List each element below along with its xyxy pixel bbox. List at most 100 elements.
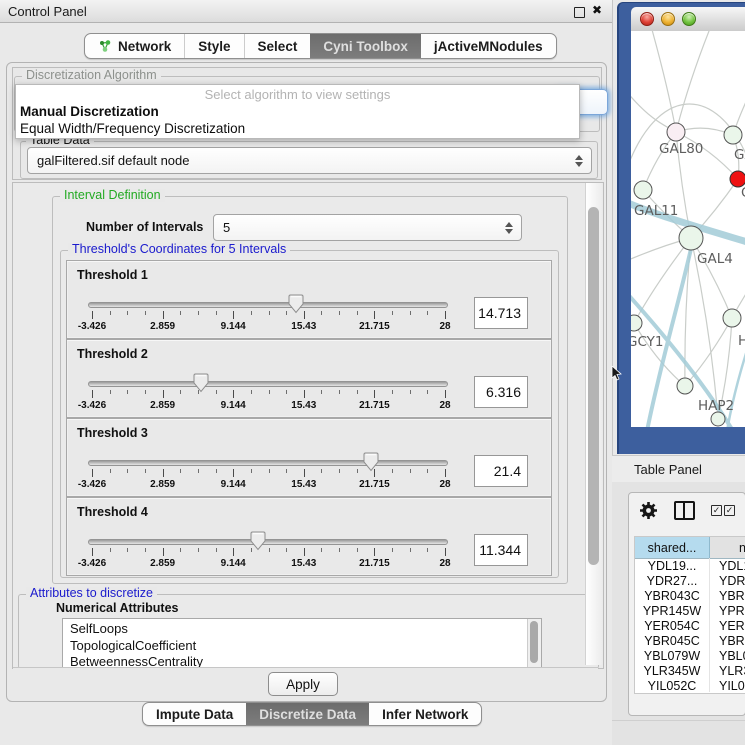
slider-tick-label: 28	[439, 558, 450, 569]
minimize-traffic-light-icon[interactable]	[661, 12, 675, 26]
table-row[interactable]: YER054CYER0	[635, 618, 745, 633]
table-row[interactable]: YPR145WYPR1	[635, 603, 745, 618]
numerical-attributes-list[interactable]: SelfLoopsTopologicalCoefficientBetweenne…	[62, 618, 542, 669]
slider-major-tick	[304, 390, 305, 398]
node[interactable]	[723, 309, 741, 327]
slider-minor-tick	[269, 311, 270, 315]
tab-label: Select	[258, 39, 298, 54]
threshold-slider-track[interactable]	[88, 460, 448, 466]
tab-infer-network[interactable]: Infer Network	[369, 703, 481, 725]
select-columns-icon[interactable]: ✓ ✓	[711, 505, 735, 516]
table-rows: YDL19...YDL1YDR27...YDR2YBR043CYBR0YPR14…	[635, 558, 745, 692]
column-header-shared-name[interactable]: shared...	[635, 537, 710, 558]
float-window-icon[interactable]	[574, 7, 585, 18]
gear-icon[interactable]	[639, 501, 658, 520]
tab-cyni-toolbox[interactable]: Cyni Toolbox	[310, 34, 421, 58]
node-gal4[interactable]	[679, 226, 703, 250]
slider-major-tick	[445, 469, 446, 477]
slider-major-tick	[445, 311, 446, 319]
algorithm-option-1[interactable]: Manual Discretization	[20, 104, 159, 119]
table-row[interactable]: YDR27...YDR2	[635, 573, 745, 588]
tab-impute-data[interactable]: Impute Data	[143, 703, 246, 725]
threshold-slider-thumb[interactable]	[250, 531, 266, 551]
threshold-panel-1: Threshold 1-3.4262.8599.14415.4321.71528…	[66, 260, 552, 339]
threshold-slider-thumb[interactable]	[193, 373, 209, 393]
node-label-partial: C	[741, 185, 745, 201]
slider-major-tick	[163, 390, 164, 398]
threshold-slider-thumb[interactable]	[363, 452, 379, 472]
tab-style[interactable]: Style	[184, 34, 243, 58]
slider-major-tick	[304, 311, 305, 319]
table-row[interactable]: YBR045CYBR0	[635, 633, 745, 648]
attributes-list-scrollbar[interactable]	[527, 619, 541, 668]
slider-minor-tick	[392, 390, 393, 394]
threshold-value-field[interactable]: 6.316	[474, 376, 528, 408]
zoom-traffic-light-icon[interactable]	[682, 12, 696, 26]
slider-tick-label: 21.715	[359, 321, 390, 332]
threshold-panel-3: Threshold 3-3.4262.8599.14415.4321.71528…	[66, 418, 552, 497]
node-gal11[interactable]	[634, 181, 652, 199]
algorithm-option-2[interactable]: Equal Width/Frequency Discretization	[20, 121, 245, 136]
slider-major-tick	[163, 311, 164, 319]
slider-tick-label: 15.43	[291, 558, 316, 569]
slider-minor-tick	[251, 469, 252, 473]
column-header-name[interactable]: na...	[710, 537, 745, 558]
attribute-list-item[interactable]: TopologicalCoefficient	[63, 638, 541, 655]
slider-major-tick	[445, 390, 446, 398]
slider-major-tick	[233, 548, 234, 556]
table-row[interactable]: YBR043CYBR0	[635, 588, 745, 603]
threshold-value-field[interactable]: 11.344	[474, 534, 528, 566]
network-window-titlebar	[631, 7, 745, 32]
node[interactable]	[711, 412, 725, 426]
close-traffic-light-icon[interactable]	[640, 12, 654, 26]
threshold-value-field[interactable]: 14.713	[474, 297, 528, 329]
tab-label: Impute Data	[156, 707, 233, 722]
threshold-panel-2: Threshold 2-3.4262.8599.14415.4321.71528…	[66, 339, 552, 418]
slider-minor-tick	[127, 390, 128, 394]
attribute-list-item[interactable]: SelfLoops	[63, 621, 541, 638]
settings-scrollbar-thumb[interactable]	[588, 207, 599, 565]
tab-network[interactable]: Network	[85, 34, 184, 58]
settings-scrollbar[interactable]	[585, 183, 602, 665]
tab-jactivemnodules[interactable]: jActiveMNodules	[421, 34, 556, 58]
threshold-slider-track[interactable]	[88, 381, 448, 387]
tab-select[interactable]: Select	[244, 34, 311, 58]
threshold-slider-track[interactable]	[88, 539, 448, 545]
slider-tick-label: 2.859	[150, 321, 175, 332]
slider-minor-tick	[339, 469, 340, 473]
cell-shared-name: YER054C	[635, 618, 710, 633]
slider-minor-tick	[392, 548, 393, 552]
table-data-combobox[interactable]: galFiltered.sif default node	[27, 147, 592, 174]
cell-shared-name: YDR27...	[635, 573, 710, 588]
slider-minor-tick	[410, 548, 411, 552]
slider-minor-tick	[110, 469, 111, 473]
node[interactable]	[724, 126, 742, 144]
node-label-partial: H	[738, 333, 745, 349]
slider-minor-tick	[216, 548, 217, 552]
slider-major-tick	[163, 469, 164, 477]
num-intervals-combobox[interactable]: 5	[213, 214, 522, 241]
node-gal80[interactable]	[667, 123, 685, 141]
slider-minor-tick	[410, 469, 411, 473]
table-row[interactable]: YLR345WYLR3	[635, 663, 745, 678]
slider-tick-label: 2.859	[150, 400, 175, 411]
slider-minor-tick	[145, 469, 146, 473]
threshold-slider-track[interactable]	[88, 302, 448, 308]
table-row[interactable]: YIL052CYIL0	[635, 678, 745, 692]
split-panel-icon[interactable]	[674, 501, 695, 520]
close-icon[interactable]: ✖	[592, 3, 602, 17]
cell-name: YBR0	[710, 588, 745, 603]
threshold-slider-thumb[interactable]	[288, 294, 304, 314]
slider-minor-tick	[321, 390, 322, 394]
threshold-value-field[interactable]: 21.4	[474, 455, 528, 487]
apply-button[interactable]: Apply	[268, 672, 338, 696]
node-gcy1[interactable]	[631, 315, 642, 331]
node-hap2[interactable]	[677, 378, 693, 394]
algorithm-placeholder-option[interactable]: Select algorithm to view settings	[16, 87, 579, 102]
slider-minor-tick	[286, 469, 287, 473]
tab-discretize-data[interactable]: Discretize Data	[246, 703, 369, 725]
slider-minor-tick	[427, 390, 428, 394]
table-row[interactable]: YDL19...YDL1	[635, 558, 745, 573]
network-canvas[interactable]: GAL80 GA C GAL11 GAL4 GCY1 H HAP2	[631, 31, 745, 427]
table-row[interactable]: YBL079WYBL0	[635, 648, 745, 663]
